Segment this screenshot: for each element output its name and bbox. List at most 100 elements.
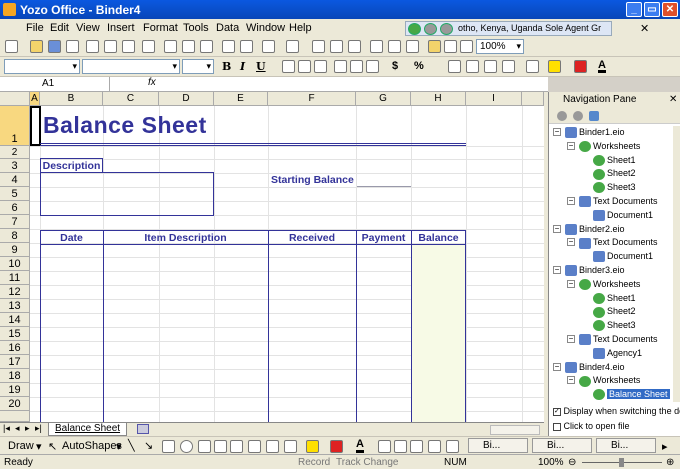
line-tool-icon[interactable]: ╲	[128, 439, 135, 452]
tree-collapse-toggle[interactable]: −	[567, 141, 575, 150]
col-header-i[interactable]: I	[466, 92, 522, 106]
checkbox-icon[interactable]	[553, 422, 561, 431]
currency-button[interactable]: $	[392, 60, 398, 72]
tree-collapse-toggle[interactable]: −	[553, 224, 561, 233]
menu-window[interactable]: Window	[246, 22, 285, 34]
tree-node-doc[interactable]: Agency1	[593, 347, 642, 359]
col-header-c[interactable]: C	[103, 92, 159, 106]
nav-scrollbar[interactable]	[673, 126, 680, 402]
tree-collapse-toggle[interactable]: −	[553, 362, 561, 371]
description-box[interactable]	[40, 172, 214, 216]
tree-node-sheet[interactable]: Sheet1	[593, 292, 636, 304]
tree-collapse-toggle[interactable]: −	[553, 128, 561, 136]
col-header-f[interactable]: F	[268, 92, 356, 106]
zoom-out-icon[interactable]: ⊖	[568, 457, 576, 468]
shadow-icon[interactable]	[428, 440, 441, 453]
row-header-10[interactable]: 10	[0, 257, 30, 271]
borders-icon[interactable]	[526, 60, 539, 73]
tree-node-binder[interactable]: Binder4.eio	[565, 361, 625, 373]
tree-collapse-toggle[interactable]: −	[567, 197, 575, 205]
spelling-icon[interactable]	[142, 40, 155, 53]
tree-node-binder[interactable]: Binder3.eio	[565, 264, 625, 277]
font-select[interactable]	[82, 59, 180, 74]
row-header-16[interactable]: 16	[0, 341, 30, 355]
nav-forward-icon[interactable]	[573, 111, 583, 121]
drawing-icon[interactable]	[444, 40, 457, 53]
email-icon[interactable]	[66, 40, 79, 53]
col-header-a[interactable]: A	[30, 92, 40, 106]
line-color-draw-icon[interactable]	[330, 440, 343, 453]
settings-icon[interactable]	[460, 40, 473, 53]
redo-icon[interactable]	[286, 40, 299, 53]
tab-prev-icon[interactable]: ◂	[15, 423, 20, 434]
line-style-icon[interactable]	[378, 440, 391, 453]
percent-button[interactable]: %	[414, 60, 424, 72]
arrow-style-icon[interactable]	[410, 440, 423, 453]
hyperlink-icon[interactable]	[312, 40, 325, 53]
col-header-b[interactable]: B	[40, 92, 103, 106]
tree-node-ws[interactable]: Worksheets	[579, 278, 640, 290]
menu-edit[interactable]: Edit	[50, 22, 69, 34]
row-header-18[interactable]: 18	[0, 369, 30, 383]
tree-node-binder[interactable]: Binder2.eio	[565, 223, 625, 235]
tree-node-sheet[interactable]: Sheet2	[593, 167, 636, 180]
tree-node-binder[interactable]: Binder1.eio	[565, 126, 625, 139]
nav-option-display[interactable]: ✓ Display when switching the do	[553, 406, 680, 416]
justify-icon[interactable]	[334, 60, 347, 73]
row-header-11[interactable]: 11	[0, 271, 30, 285]
font-color-button[interactable]: A	[598, 60, 606, 73]
insert-table-icon[interactable]	[330, 40, 343, 53]
menu-tools[interactable]: Tools	[183, 22, 209, 34]
row-header-1[interactable]: 1	[0, 106, 30, 146]
picture-icon[interactable]	[284, 440, 297, 453]
tab-balance-sheet[interactable]: Balance Sheet	[48, 423, 128, 436]
horizontal-scrollbar[interactable]	[490, 425, 540, 435]
menu-format[interactable]: Format	[143, 22, 178, 34]
starting-balance-input[interactable]	[357, 186, 411, 187]
tree-collapse-toggle[interactable]: −	[567, 238, 575, 247]
row-header-6[interactable]: 6	[0, 201, 30, 215]
clipart-icon[interactable]	[266, 440, 279, 453]
row-header-5[interactable]: 5	[0, 187, 30, 201]
save-icon[interactable]	[48, 40, 61, 53]
row-header-4[interactable]: 4	[0, 173, 30, 187]
nav-close-icon[interactable]: ✕	[669, 94, 677, 105]
tree-node-td[interactable]: Text Documents	[579, 195, 658, 208]
fill-color-draw-icon[interactable]	[306, 440, 319, 453]
nav-option-click[interactable]: Click to open file	[553, 421, 630, 431]
tree-node-td[interactable]: Text Documents	[579, 236, 658, 249]
print-icon[interactable]	[86, 40, 99, 53]
row-header-17[interactable]: 17	[0, 355, 30, 369]
decrease-decimal-icon[interactable]	[466, 60, 479, 73]
select-all-corner[interactable]	[0, 92, 30, 106]
nav-back-icon[interactable]	[557, 111, 567, 121]
style-select[interactable]	[4, 59, 80, 74]
menu-view[interactable]: View	[76, 22, 100, 34]
col-header-e[interactable]: E	[214, 92, 268, 106]
draw-menu[interactable]: Draw	[8, 440, 34, 452]
align-right-icon[interactable]	[314, 60, 327, 73]
tab-next-icon[interactable]: ▸	[25, 423, 30, 434]
tree-node-td[interactable]: Text Documents	[579, 333, 658, 346]
wordart-icon[interactable]	[230, 440, 243, 453]
tab-last-icon[interactable]: ▸|	[35, 423, 42, 434]
tree-node-doc[interactable]: Document1	[593, 209, 653, 221]
row-header-15[interactable]: 15	[0, 327, 30, 341]
font-size-select[interactable]	[182, 59, 214, 74]
tree-node-ws[interactable]: Worksheets	[579, 140, 640, 152]
autoshapes-menu[interactable]: AutoShapes	[62, 440, 122, 452]
italic-button[interactable]: I	[240, 60, 245, 73]
tree-node-sheet[interactable]: Balance Sheet	[593, 388, 670, 401]
worksheet-grid[interactable]: A B C D E F G H I 1 2 3 4 5 6 7 8 9 10 1…	[0, 92, 544, 422]
menu-close-doc-icon[interactable]: ✕	[640, 22, 649, 35]
textbox-tool-icon[interactable]	[198, 440, 211, 453]
ad-banner[interactable]: otho, Kenya, Uganda Sole Agent Gr	[405, 21, 612, 36]
row-header-14[interactable]: 14	[0, 313, 30, 327]
tree-node-ws[interactable]: Worksheets	[579, 374, 640, 387]
sort-asc-icon[interactable]	[370, 40, 383, 53]
fx-icon[interactable]: fx	[148, 77, 156, 88]
maximize-button[interactable]: ▭	[644, 2, 660, 17]
row-header-8[interactable]: 8	[0, 229, 30, 243]
tree-collapse-toggle[interactable]: −	[567, 376, 575, 385]
wrap-text-icon[interactable]	[366, 60, 379, 73]
